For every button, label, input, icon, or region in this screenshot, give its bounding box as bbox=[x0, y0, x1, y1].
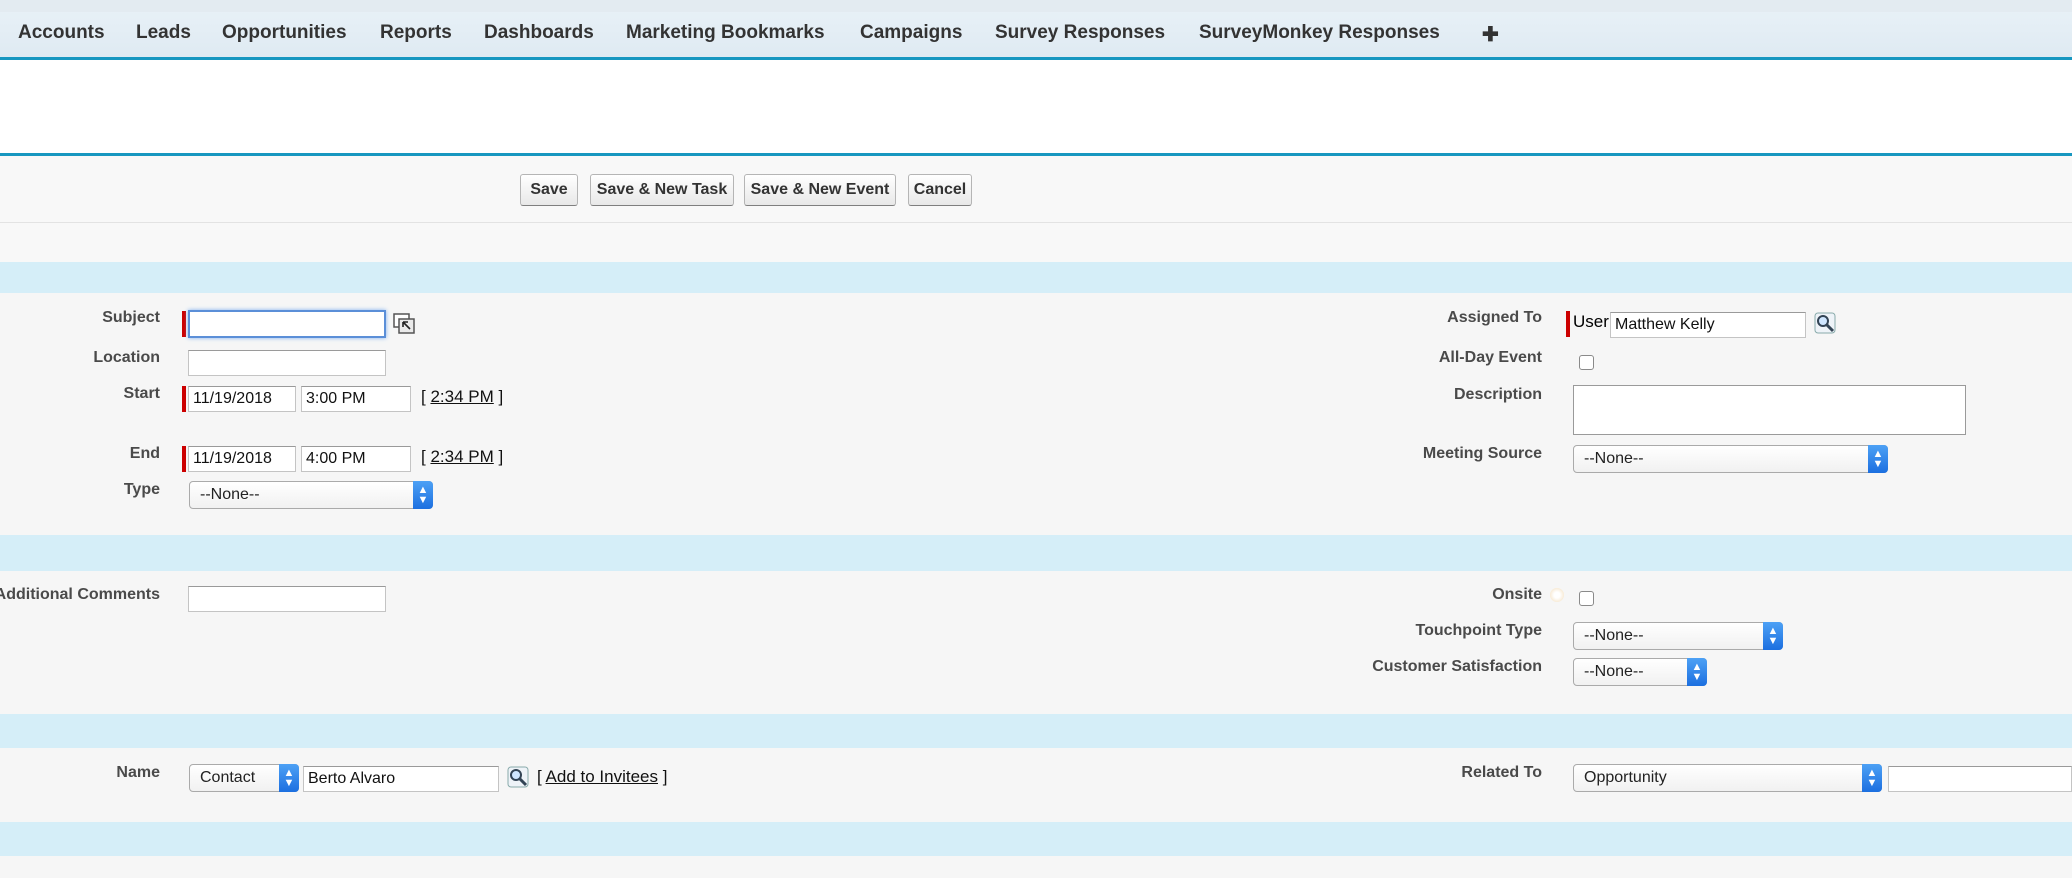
bracket: [ bbox=[421, 447, 426, 466]
select-arrow-icon: ▲ ▼ bbox=[279, 764, 299, 792]
end-time-input[interactable]: 4:00 PM bbox=[301, 446, 411, 472]
bracket: [ bbox=[421, 387, 426, 406]
all-day-event-checkbox[interactable] bbox=[1579, 355, 1594, 370]
name-type-value: Contact bbox=[200, 769, 256, 786]
onsite-checkbox[interactable] bbox=[1579, 591, 1594, 606]
start-time-input[interactable]: 3:00 PM bbox=[301, 386, 411, 412]
additional-comments-input[interactable] bbox=[188, 586, 386, 612]
type-select[interactable]: --None-- ▲ ▼ bbox=[189, 481, 433, 509]
section-header-related bbox=[0, 714, 2072, 748]
tab-marketing-bookmarks[interactable]: Marketing Bookmarks bbox=[626, 22, 825, 44]
help-bubble-icon bbox=[1550, 588, 1564, 602]
required-indicator bbox=[182, 311, 186, 337]
customer-satisfaction-value: --None-- bbox=[1584, 663, 1644, 680]
tab-surveymonkey-responses[interactable]: SurveyMonkey Responses bbox=[1199, 22, 1440, 44]
type-select-value: --None-- bbox=[200, 486, 260, 503]
required-indicator bbox=[182, 446, 186, 472]
related-to-label: Related To bbox=[1461, 764, 1542, 781]
required-indicator bbox=[1566, 311, 1570, 337]
cancel-button[interactable]: Cancel bbox=[908, 174, 972, 206]
tab-campaigns[interactable]: Campaigns bbox=[860, 22, 962, 44]
tab-survey-responses[interactable]: Survey Responses bbox=[995, 22, 1165, 44]
subject-input[interactable] bbox=[188, 310, 386, 338]
name-type-select[interactable]: Contact ▲ ▼ bbox=[189, 764, 299, 792]
assigned-to-label: Assigned To bbox=[1447, 309, 1542, 326]
meeting-source-value: --None-- bbox=[1584, 450, 1644, 467]
tab-reports[interactable]: Reports bbox=[380, 22, 452, 44]
assigned-to-type: User bbox=[1573, 312, 1609, 331]
start-label: Start bbox=[123, 385, 160, 402]
start-now-link: [ 2:34 PM ] bbox=[421, 387, 503, 407]
bracket: ] bbox=[662, 767, 668, 786]
select-arrow-icon: ▲ ▼ bbox=[1763, 622, 1783, 650]
tab-opportunities[interactable]: Opportunities bbox=[222, 22, 347, 44]
additional-comments-label: Additional Comments bbox=[0, 586, 160, 603]
description-label: Description bbox=[1453, 386, 1542, 403]
related-to-type-select[interactable]: Opportunity ▲ ▼ bbox=[1573, 764, 1882, 792]
select-arrow-icon: ▲ ▼ bbox=[1862, 764, 1882, 792]
assigned-to-input[interactable]: Matthew Kelly bbox=[1610, 312, 1806, 338]
tab-accounts[interactable]: Accounts bbox=[18, 22, 105, 44]
all-day-event-label: All-Day Event bbox=[1438, 349, 1542, 366]
subject-label: Subject bbox=[102, 309, 160, 326]
toolbar-divider bbox=[0, 222, 2072, 223]
customer-satisfaction-label: Customer Satisfaction bbox=[1372, 658, 1542, 675]
name-label: Name bbox=[116, 764, 160, 781]
onsite-label: Onsite bbox=[1492, 586, 1542, 603]
add-to-invitees-link-group: [ Add to Invitees ] bbox=[537, 767, 667, 787]
footer-section bbox=[0, 856, 2072, 878]
save-button[interactable]: Save bbox=[520, 174, 578, 206]
save-new-event-button[interactable]: Save & New Event bbox=[744, 174, 896, 206]
location-input[interactable] bbox=[188, 350, 386, 376]
end-label: End bbox=[129, 445, 160, 462]
select-arrow-icon: ▲ ▼ bbox=[413, 481, 433, 509]
start-now-time-link[interactable]: 2:34 PM bbox=[430, 387, 493, 406]
end-now-link: [ 2:34 PM ] bbox=[421, 447, 503, 467]
top-navigation-bar: Accounts Leads Opportunities Reports Das… bbox=[0, 0, 2072, 60]
name-lookup-icon[interactable] bbox=[507, 766, 529, 788]
start-date-input[interactable]: 11/19/2018 bbox=[188, 386, 296, 412]
assigned-to-lookup-icon[interactable] bbox=[1814, 312, 1836, 334]
meeting-source-select[interactable]: --None-- ▲ ▼ bbox=[1573, 445, 1888, 473]
related-to-type-value: Opportunity bbox=[1584, 769, 1667, 786]
customer-satisfaction-select[interactable]: --None-- ▲ ▼ bbox=[1573, 658, 1707, 686]
bracket: ] bbox=[498, 447, 504, 466]
touchpoint-type-value: --None-- bbox=[1584, 627, 1644, 644]
end-date-input[interactable]: 11/19/2018 bbox=[188, 446, 296, 472]
meeting-source-label: Meeting Source bbox=[1422, 445, 1542, 462]
bracket: [ bbox=[537, 767, 542, 786]
related-to-input[interactable] bbox=[1888, 766, 2072, 792]
touchpoint-type-label: Touchpoint Type bbox=[1415, 622, 1543, 639]
subject-combobox-icon[interactable] bbox=[393, 313, 415, 335]
header-area bbox=[0, 60, 2072, 156]
tab-leads[interactable]: Leads bbox=[136, 22, 191, 44]
required-indicator bbox=[182, 386, 186, 412]
select-arrow-icon: ▲ ▼ bbox=[1868, 445, 1888, 473]
top-stripe bbox=[0, 0, 2072, 12]
section-header-additional bbox=[0, 535, 2072, 571]
bracket: ] bbox=[498, 387, 504, 406]
description-textarea[interactable] bbox=[1573, 385, 1966, 435]
location-label: Location bbox=[93, 349, 160, 366]
type-label: Type bbox=[123, 481, 160, 498]
touchpoint-type-select[interactable]: --None-- ▲ ▼ bbox=[1573, 622, 1783, 650]
section-header-event-details bbox=[0, 262, 2072, 293]
tab-dashboards[interactable]: Dashboards bbox=[484, 22, 594, 44]
select-arrow-icon: ▲ ▼ bbox=[1687, 658, 1707, 686]
name-input[interactable]: Berto Alvaro bbox=[303, 766, 499, 792]
save-new-task-button[interactable]: Save & New Task bbox=[590, 174, 734, 206]
add-tab-plus-icon[interactable]: ✚ bbox=[1482, 22, 1499, 47]
add-to-invitees-link[interactable]: Add to Invitees bbox=[546, 767, 658, 786]
section-header-footer bbox=[0, 822, 2072, 856]
end-now-time-link[interactable]: 2:34 PM bbox=[430, 447, 493, 466]
